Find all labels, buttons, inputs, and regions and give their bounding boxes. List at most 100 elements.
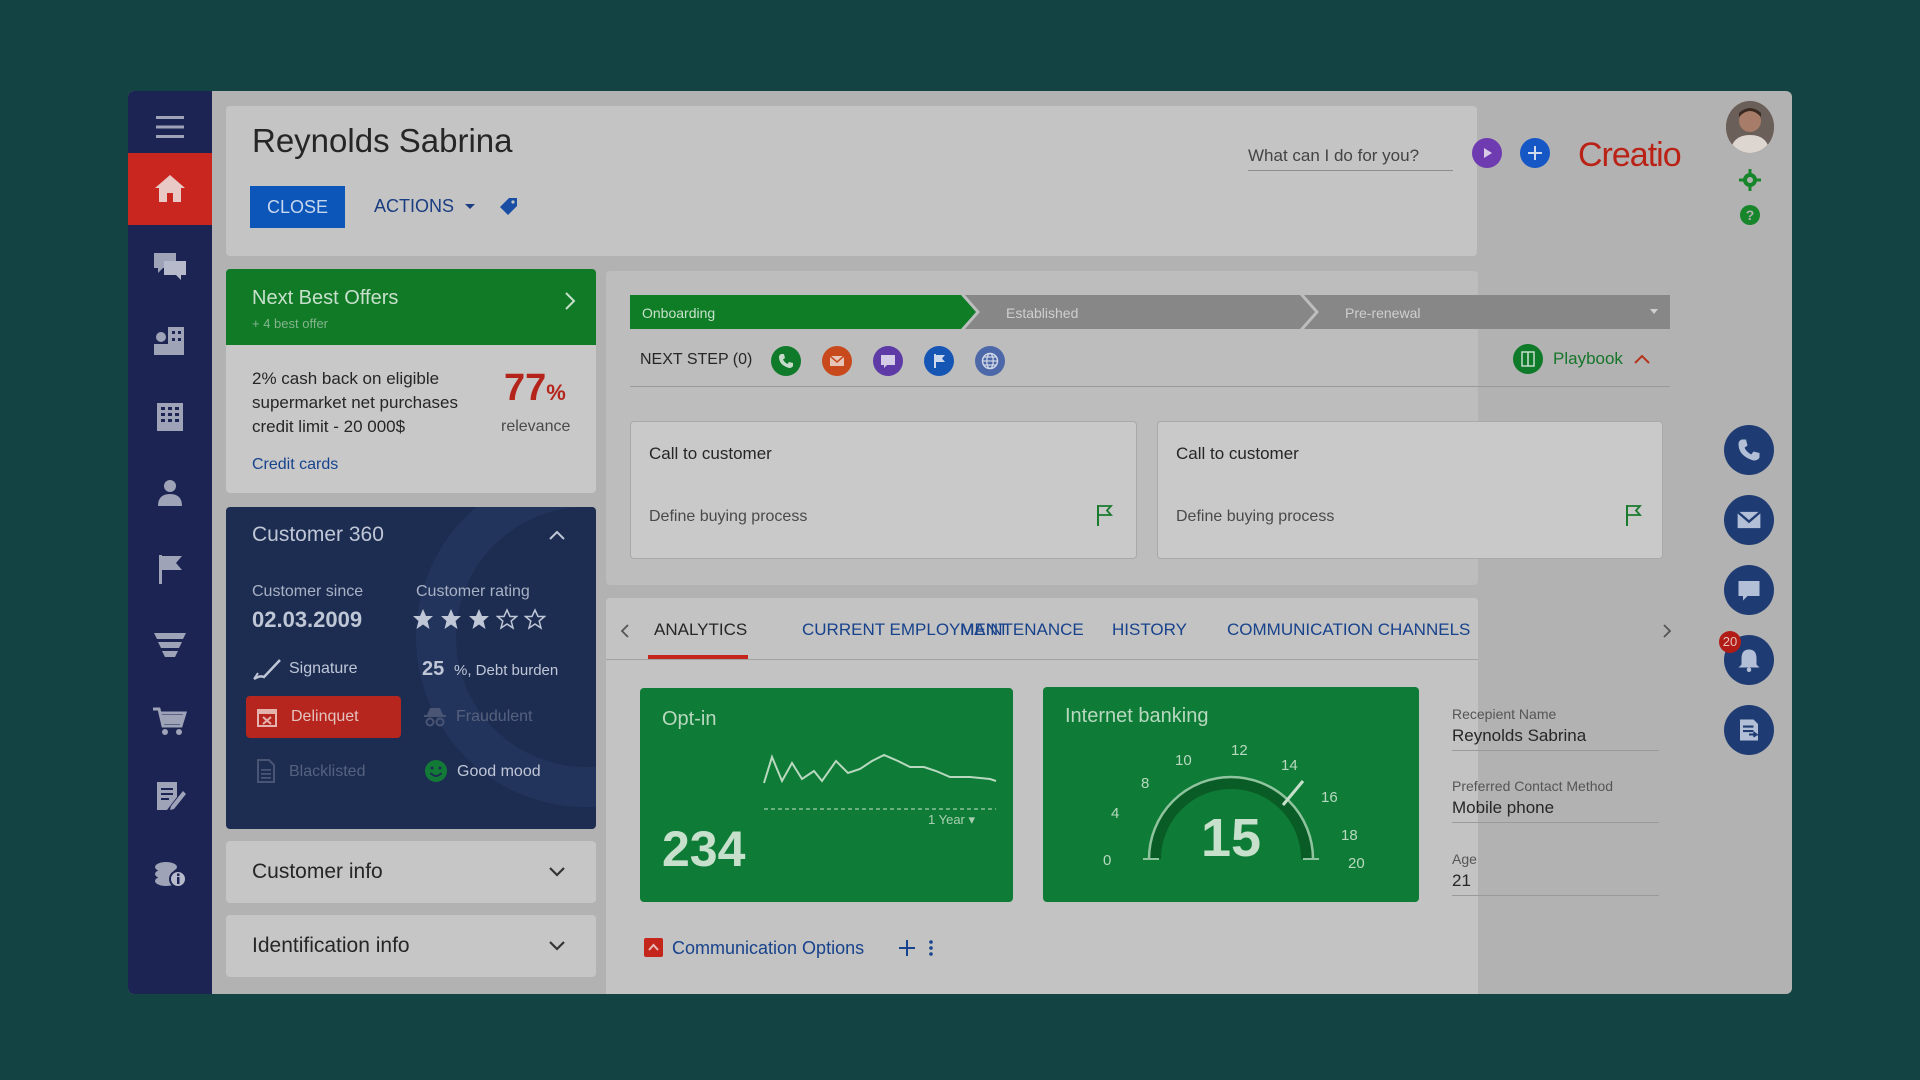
customer-info-panel[interactable]: Customer info bbox=[226, 841, 596, 903]
email-panel-button[interactable] bbox=[1724, 495, 1774, 545]
chevron-down-icon bbox=[549, 867, 565, 877]
percent-sign: % bbox=[546, 380, 566, 405]
gauge-tick-label: 16 bbox=[1321, 789, 1338, 806]
optin-tile[interactable]: Opt-in 1 Year ▾ 234 bbox=[640, 688, 1013, 902]
document-arrow-icon bbox=[1740, 719, 1760, 741]
flag-outline-icon[interactable] bbox=[1624, 504, 1642, 526]
stage-established[interactable]: Established bbox=[1006, 305, 1078, 321]
tab-communication-channels[interactable]: COMMUNICATION CHANNELS bbox=[1227, 620, 1470, 640]
call-to-customer-card[interactable]: Call to customer Define buying process bbox=[1157, 421, 1663, 559]
playbook-button[interactable]: Playbook bbox=[1513, 344, 1651, 374]
actions-menu[interactable]: ACTIONS bbox=[374, 196, 476, 217]
recipient-name-value[interactable]: Reynolds Sabrina bbox=[1452, 726, 1586, 746]
gauge-value: 15 bbox=[1201, 808, 1262, 868]
next-step-label[interactable]: NEXT STEP (0) bbox=[640, 351, 752, 369]
chat-action-button[interactable] bbox=[873, 346, 903, 376]
chevron-right-icon[interactable] bbox=[563, 291, 577, 311]
call-to-customer-card[interactable]: Call to customer Define buying process bbox=[630, 421, 1137, 559]
delinquent-label: Delinquet bbox=[291, 708, 359, 725]
optin-sparkline bbox=[763, 753, 997, 810]
funnel-icon[interactable] bbox=[128, 609, 212, 681]
web-action-button[interactable] bbox=[975, 346, 1005, 376]
signature-icon bbox=[253, 659, 281, 681]
tab-maintenance[interactable]: MAINTENANCE bbox=[960, 620, 1084, 640]
envelope-icon bbox=[1736, 510, 1762, 529]
customer-info-title: Customer info bbox=[252, 860, 383, 883]
envelope-icon bbox=[829, 355, 845, 366]
divider bbox=[630, 386, 1670, 387]
internet-banking-tile[interactable]: Internet banking 0 4 8 10 12 14 16 18 20 15 bbox=[1043, 687, 1419, 902]
gear-icon[interactable] bbox=[1739, 169, 1761, 191]
customer-since-value: 02.03.2009 bbox=[252, 607, 363, 632]
star-filled-icon bbox=[469, 609, 489, 629]
contact-icon[interactable] bbox=[128, 457, 212, 529]
search-input[interactable] bbox=[1248, 142, 1453, 171]
feed-panel-button[interactable] bbox=[1724, 705, 1774, 755]
identification-info-panel[interactable]: Identification info bbox=[226, 915, 596, 977]
stage-bar bbox=[630, 295, 1670, 329]
communication-options-title[interactable]: Communication Options bbox=[672, 938, 864, 959]
rating-stars bbox=[412, 608, 546, 630]
customer-rating-label: Customer rating bbox=[416, 583, 530, 600]
flag-outline-icon[interactable] bbox=[1095, 504, 1113, 526]
plus-icon[interactable] bbox=[898, 939, 916, 957]
analytics-panel: ANALYTICS CURRENT EMPLOYMENT MAINTENANCE… bbox=[606, 598, 1672, 994]
nbo-title: Next Best Offers bbox=[252, 287, 399, 309]
contact-method-value[interactable]: Mobile phone bbox=[1452, 798, 1554, 818]
chevron-right-icon[interactable] bbox=[1662, 623, 1672, 639]
add-button[interactable] bbox=[1520, 138, 1550, 168]
chat-icon[interactable] bbox=[128, 229, 212, 301]
email-action-button[interactable] bbox=[822, 346, 852, 376]
credit-cards-link[interactable]: Credit cards bbox=[252, 456, 338, 474]
accounts-icon[interactable] bbox=[128, 305, 212, 377]
avatar[interactable] bbox=[1726, 101, 1774, 153]
good-mood-label: Good mood bbox=[457, 763, 541, 780]
delinquent-badge[interactable]: Delinquet bbox=[246, 696, 401, 738]
offer-line-2: supermarket net purchases bbox=[252, 393, 458, 412]
card-title: Call to customer bbox=[1176, 444, 1299, 463]
chat-panel-button[interactable] bbox=[1724, 565, 1774, 615]
collapse-toggle-icon[interactable] bbox=[644, 938, 663, 957]
page-header: Reynolds Sabrina CLOSE ACTIONS Creatio bbox=[226, 106, 1682, 256]
gauge-tick-label: 8 bbox=[1141, 775, 1150, 792]
c360-title: Customer 360 bbox=[252, 523, 384, 546]
stage-pre-renewal[interactable]: Pre-renewal bbox=[1345, 305, 1420, 321]
customer-360-panel: Customer 360 Customer since 02.03.2009 C… bbox=[226, 507, 596, 829]
next-best-offers-header[interactable]: Next Best Offers + 4 best offer bbox=[226, 269, 596, 345]
chevron-up-icon[interactable] bbox=[548, 529, 566, 541]
more-vertical-icon[interactable] bbox=[928, 939, 934, 957]
tag-icon[interactable] bbox=[499, 196, 519, 216]
field-underline bbox=[1452, 895, 1659, 896]
flag-icon[interactable] bbox=[128, 533, 212, 605]
globe-icon bbox=[981, 352, 999, 370]
optin-value: 234 bbox=[662, 821, 746, 877]
optin-title: Opt-in bbox=[662, 708, 717, 730]
phone-icon bbox=[1738, 439, 1760, 461]
run-process-button[interactable] bbox=[1472, 138, 1502, 168]
chevron-left-icon[interactable] bbox=[620, 623, 630, 639]
spy-icon bbox=[424, 708, 446, 727]
document-edit-icon[interactable] bbox=[128, 761, 212, 833]
phone-panel-button[interactable] bbox=[1724, 425, 1774, 475]
tab-analytics[interactable]: ANALYTICS bbox=[654, 620, 747, 640]
stage-onboarding[interactable]: Onboarding bbox=[642, 305, 715, 321]
creatio-logo: Creatio bbox=[1578, 136, 1682, 174]
calendar-x-icon bbox=[257, 709, 277, 727]
close-button[interactable]: CLOSE bbox=[250, 186, 345, 228]
age-value[interactable]: 21 bbox=[1452, 871, 1471, 891]
cart-icon[interactable] bbox=[128, 685, 212, 757]
period-selector[interactable]: 1 Year ▾ bbox=[928, 812, 975, 828]
tab-history[interactable]: HISTORY bbox=[1112, 620, 1187, 640]
flag-icon bbox=[934, 354, 945, 368]
call-action-button[interactable] bbox=[771, 346, 801, 376]
star-empty-icon bbox=[524, 608, 546, 630]
task-action-button[interactable] bbox=[924, 346, 954, 376]
help-icon[interactable]: ? bbox=[1740, 205, 1760, 225]
coins-icon[interactable] bbox=[128, 837, 212, 909]
star-filled-icon bbox=[413, 609, 433, 629]
home-icon[interactable] bbox=[128, 153, 212, 225]
gauge-tick-label: 4 bbox=[1111, 805, 1120, 822]
tab-bar: ANALYTICS CURRENT EMPLOYMENT MAINTENANCE… bbox=[606, 598, 1672, 660]
building-icon[interactable] bbox=[128, 381, 212, 453]
field-underline bbox=[1452, 750, 1659, 751]
